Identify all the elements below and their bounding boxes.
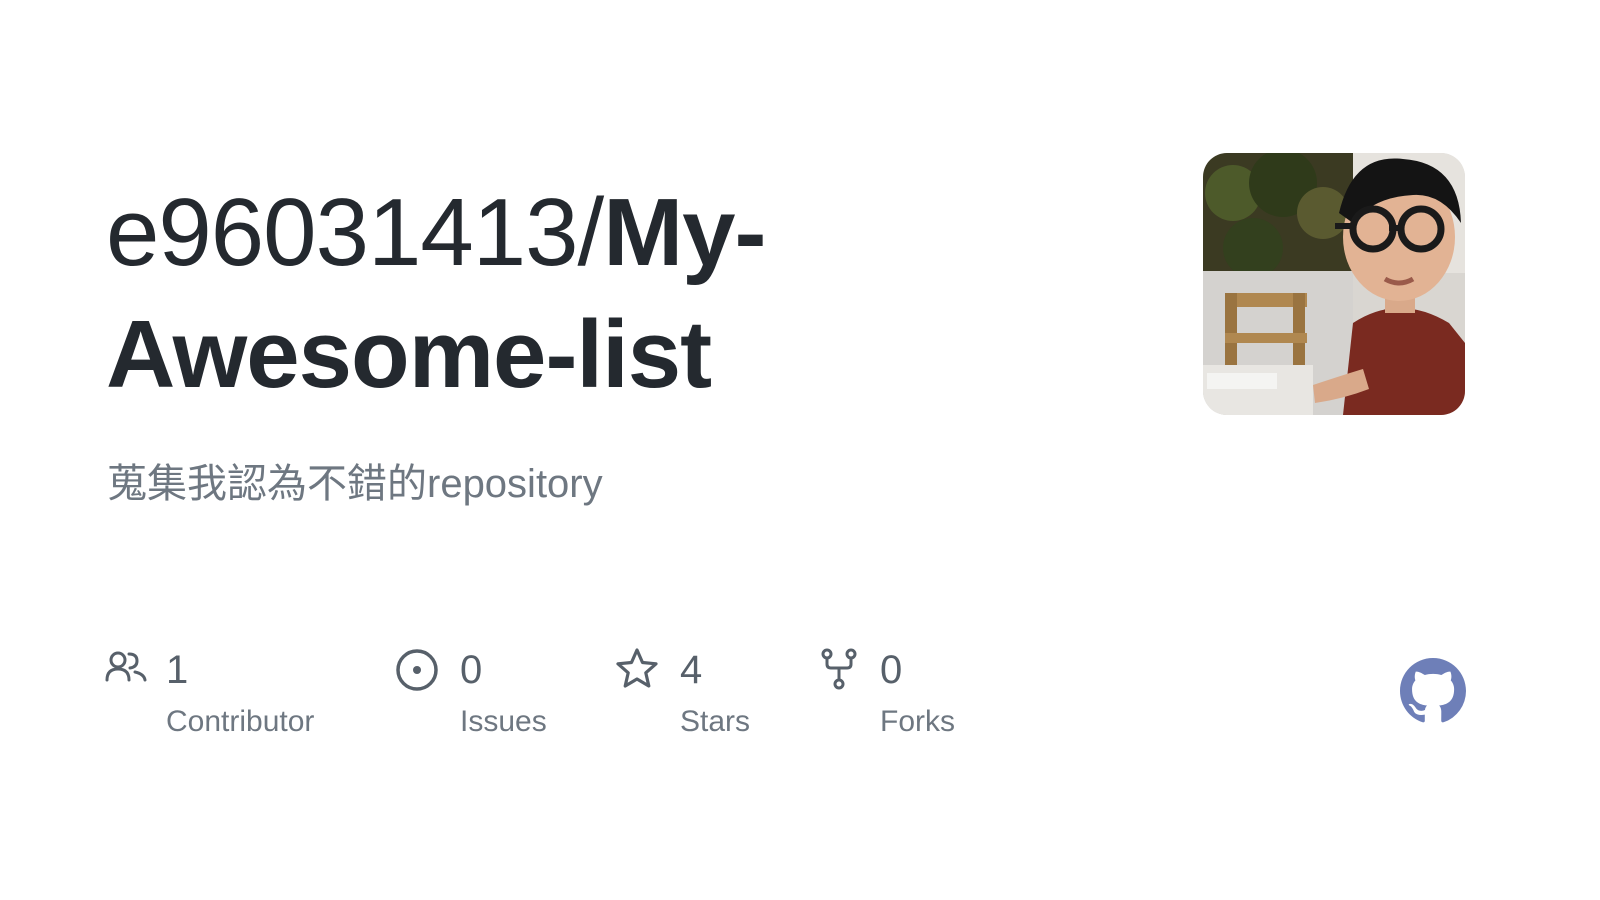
forks-count: 0 — [880, 648, 903, 692]
contributors-label: Contributor — [166, 705, 315, 738]
stars-label: Stars — [680, 705, 751, 738]
stars-count: 4 — [680, 648, 703, 692]
issues-label: Issues — [460, 705, 547, 738]
contributors-count: 1 — [166, 648, 189, 692]
repo-social-card: e96031413/My-Awesome-list 蒐集我認為不錯的reposi… — [0, 0, 1600, 900]
github-mark-icon[interactable] — [1400, 658, 1466, 724]
repo-owner[interactable]: e96031413/ — [106, 179, 604, 286]
star-icon — [616, 648, 658, 688]
repo-forked-icon — [821, 648, 857, 690]
people-icon — [105, 651, 147, 682]
avatar-photo — [1203, 153, 1465, 415]
repo-title: e96031413/My-Awesome-list — [106, 172, 946, 416]
repo-description: 蒐集我認為不錯的repository — [107, 462, 603, 506]
forks-label: Forks — [880, 705, 955, 738]
owner-avatar[interactable] — [1203, 153, 1465, 415]
issue-opened-icon — [396, 649, 438, 691]
issues-count: 0 — [460, 648, 483, 692]
